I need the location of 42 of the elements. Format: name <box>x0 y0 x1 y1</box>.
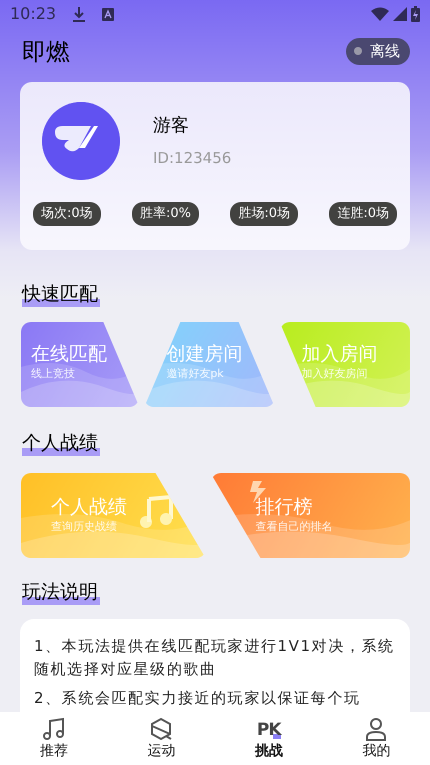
section-title: 玩法说明 <box>22 580 100 605</box>
download-icon <box>72 6 86 22</box>
nav-tab[interactable]: PK 挑战 <box>215 715 322 762</box>
card-subtitle: 邀请好友pk <box>166 366 224 382</box>
feature-card[interactable]: 排行榜 查看自己的排名 <box>210 473 410 558</box>
rule-text: 1、本玩法提供在线匹配玩家进行1V1对决，系统随机选择对应星级的歌曲 <box>34 636 396 680</box>
feature-card[interactable]: 在线匹配 线上竞技 <box>21 322 140 407</box>
status-time: 10:23 <box>10 3 56 25</box>
card-title: 创建房间 <box>166 342 242 366</box>
card-subtitle: 查看自己的排名 <box>256 519 332 535</box>
status-badge: 离线 <box>346 38 410 64</box>
nav-tab[interactable]: 运动 <box>108 715 215 762</box>
stat-pill: 胜率:0% <box>132 202 199 226</box>
music-note-icon <box>42 717 65 741</box>
stat-pill: 场次:0场 <box>33 202 101 226</box>
stat-pill: 胜场:0场 <box>230 202 298 226</box>
card-subtitle: 线上竞技 <box>31 366 75 382</box>
section-title: 快速匹配 <box>22 282 100 307</box>
user-id: ID:123456 <box>153 148 232 170</box>
section-title: 个人战绩 <box>22 431 100 456</box>
wifi-icon <box>371 7 389 21</box>
hexagon-icon <box>149 717 174 741</box>
feature-card[interactable]: 创建房间 邀请好友pk <box>144 322 275 407</box>
battery-icon <box>411 6 420 22</box>
signal-icon <box>393 7 407 21</box>
stat-pill: 连胜:0场 <box>329 202 397 226</box>
person-icon <box>365 717 388 741</box>
keyboard-icon <box>102 8 114 20</box>
feature-card[interactable]: 个人战绩 查询历史战绩 <box>21 473 206 558</box>
rule-text: 2、系统会匹配实力接近的玩家以保证每个玩 <box>34 688 362 709</box>
music-note-icon <box>139 495 173 529</box>
user-name: 游客 <box>153 114 190 138</box>
card-subtitle: 查询历史战绩 <box>51 519 117 535</box>
card-title: 加入房间 <box>302 342 378 366</box>
nav-tab[interactable]: 推荐 <box>0 715 108 762</box>
nav-tab[interactable]: 我的 <box>322 715 430 762</box>
card-subtitle: 加入好友房间 <box>302 366 368 382</box>
avatar-icon <box>42 102 120 180</box>
card-title: 在线匹配 <box>31 342 107 366</box>
card-title: 个人战绩 <box>51 495 127 519</box>
card-title: 排行榜 <box>256 495 312 519</box>
app-title: 即燃 <box>22 37 70 68</box>
